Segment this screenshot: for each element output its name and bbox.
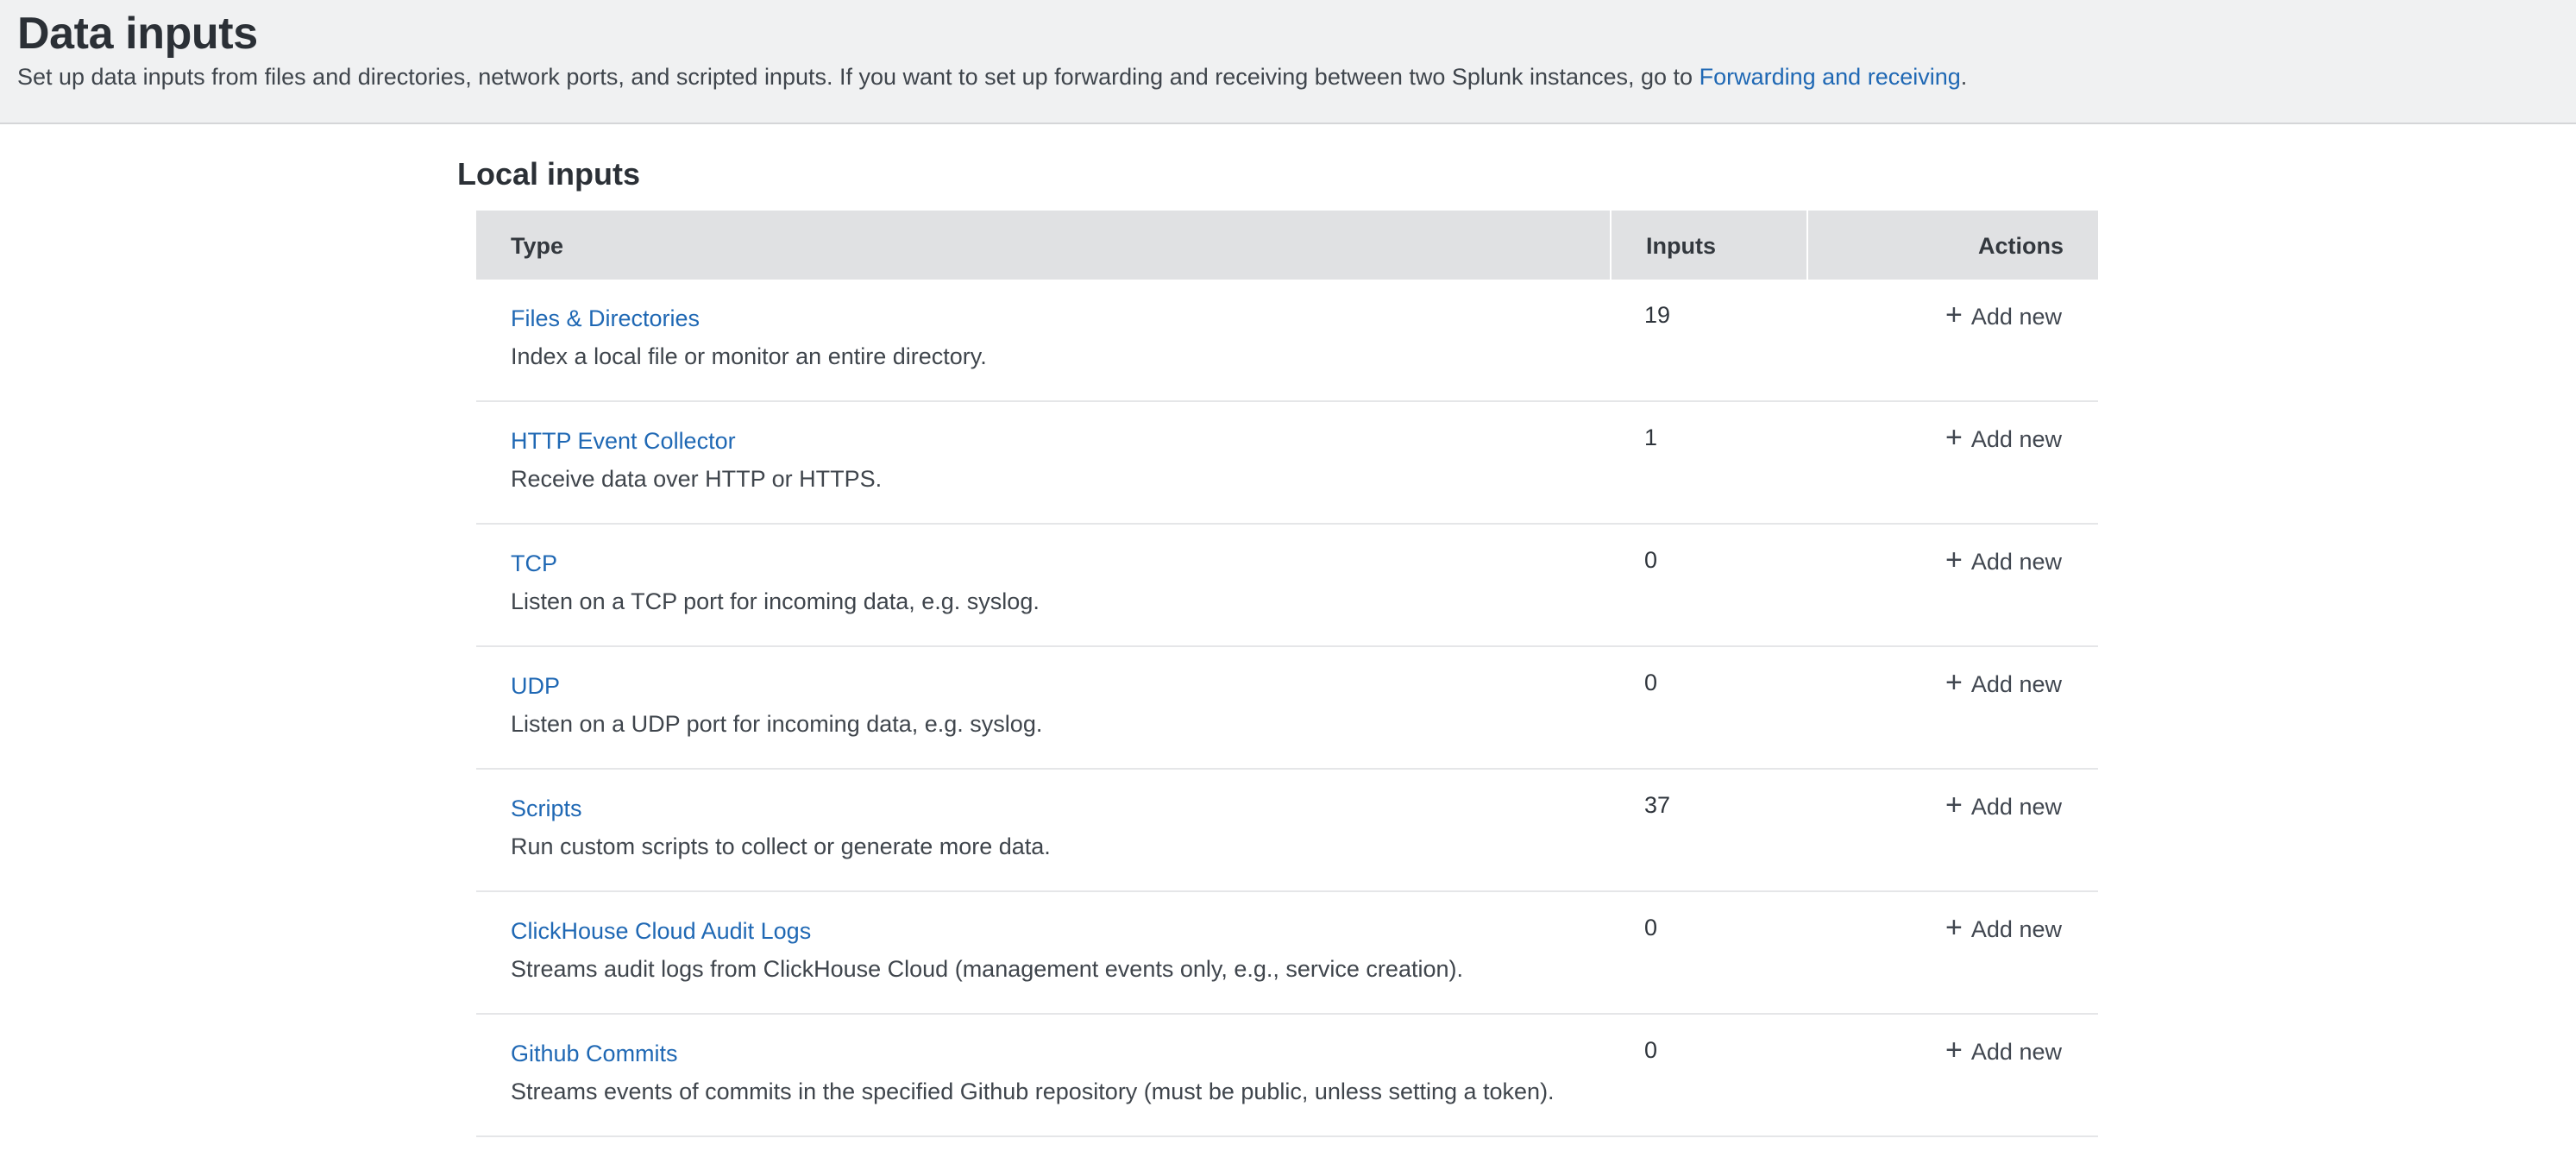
add-new-label: Add new xyxy=(1971,790,2062,823)
plus-icon: + xyxy=(1945,913,1963,942)
inputs-count: 0 xyxy=(1610,525,1806,645)
add-new-label: Add new xyxy=(1971,668,2062,701)
page-header: Data inputs Set up data inputs from file… xyxy=(0,0,2576,124)
page-subtitle: Set up data inputs from files and direct… xyxy=(17,62,2541,93)
table-row: HTTP Event Collector Receive data over H… xyxy=(476,402,2098,525)
table-row: ClickHouse Cloud Audit Logs Streams audi… xyxy=(476,892,2098,1015)
column-header-inputs: Inputs xyxy=(1610,211,1806,280)
local-inputs-section: Local inputs Type Inputs Actions Files &… xyxy=(0,124,2576,1137)
plus-icon: + xyxy=(1945,1035,1963,1065)
section-title: Local inputs xyxy=(457,157,2576,192)
local-inputs-table: Type Inputs Actions Files & Directories … xyxy=(476,211,2098,1137)
add-new-label: Add new xyxy=(1971,300,2062,333)
table-row: TCP Listen on a TCP port for incoming da… xyxy=(476,525,2098,647)
table-row: Files & Directories Index a local file o… xyxy=(476,280,2098,402)
input-type-description: Listen on a TCP port for incoming data, … xyxy=(511,585,1575,618)
input-type-description: Receive data over HTTP or HTTPS. xyxy=(511,462,1575,495)
input-type-link[interactable]: TCP xyxy=(511,547,557,580)
page: Data inputs Set up data inputs from file… xyxy=(0,0,2576,1151)
inputs-count: 1 xyxy=(1610,402,1806,523)
input-type-description: Streams events of commits in the specifi… xyxy=(511,1075,1575,1108)
input-type-link[interactable]: Scripts xyxy=(511,792,582,825)
add-new-link[interactable]: + Add new xyxy=(1945,545,2062,578)
table-row: Scripts Run custom scripts to collect or… xyxy=(476,770,2098,892)
inputs-count: 0 xyxy=(1610,1015,1806,1135)
inputs-count: 19 xyxy=(1610,280,1806,400)
column-header-actions: Actions xyxy=(1806,211,2098,280)
input-type-description: Listen on a UDP port for incoming data, … xyxy=(511,708,1575,740)
plus-icon: + xyxy=(1945,790,1963,820)
table-row: Github Commits Streams events of commits… xyxy=(476,1015,2098,1137)
add-new-link[interactable]: + Add new xyxy=(1945,913,2062,946)
table-row: UDP Listen on a UDP port for incoming da… xyxy=(476,647,2098,770)
page-subtitle-period: . xyxy=(1961,64,1968,90)
input-type-link[interactable]: Files & Directories xyxy=(511,302,700,335)
table-header-row: Type Inputs Actions xyxy=(476,211,2098,280)
plus-icon: + xyxy=(1945,545,1963,575)
add-new-link[interactable]: + Add new xyxy=(1945,1035,2062,1068)
input-type-link[interactable]: UDP xyxy=(511,670,560,702)
input-type-description: Streams audit logs from ClickHouse Cloud… xyxy=(511,953,1575,985)
input-type-link[interactable]: HTTP Event Collector xyxy=(511,425,736,457)
plus-icon: + xyxy=(1945,668,1963,697)
add-new-label: Add new xyxy=(1971,913,2062,946)
column-header-type: Type xyxy=(476,211,1610,280)
input-type-description: Index a local file or monitor an entire … xyxy=(511,340,1575,373)
add-new-label: Add new xyxy=(1971,423,2062,456)
input-type-description: Run custom scripts to collect or generat… xyxy=(511,830,1575,863)
add-new-link[interactable]: + Add new xyxy=(1945,423,2062,456)
plus-icon: + xyxy=(1945,423,1963,452)
forwarding-receiving-link[interactable]: Forwarding and receiving xyxy=(1700,64,1961,90)
page-title: Data inputs xyxy=(17,10,2541,55)
input-type-link[interactable]: ClickHouse Cloud Audit Logs xyxy=(511,915,811,947)
inputs-count: 0 xyxy=(1610,647,1806,768)
page-subtitle-text: Set up data inputs from files and direct… xyxy=(17,64,1700,90)
input-type-link[interactable]: Github Commits xyxy=(511,1037,678,1070)
plus-icon: + xyxy=(1945,300,1963,330)
add-new-label: Add new xyxy=(1971,545,2062,578)
inputs-count: 37 xyxy=(1610,770,1806,890)
add-new-link[interactable]: + Add new xyxy=(1945,668,2062,701)
add-new-label: Add new xyxy=(1971,1035,2062,1068)
add-new-link[interactable]: + Add new xyxy=(1945,300,2062,333)
add-new-link[interactable]: + Add new xyxy=(1945,790,2062,823)
inputs-count: 0 xyxy=(1610,892,1806,1013)
